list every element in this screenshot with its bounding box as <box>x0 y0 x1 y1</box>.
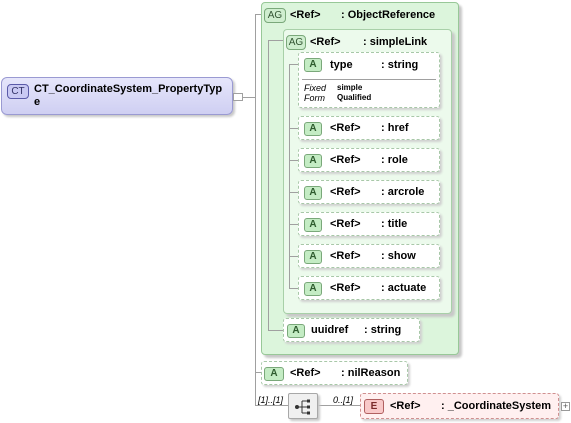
show-attribute-ref: <Ref> <box>330 250 361 262</box>
connector-to-arcrole <box>289 192 298 193</box>
role-attribute-name: : role <box>381 154 408 166</box>
role-attribute-ref: <Ref> <box>330 154 361 166</box>
show-attribute-badge: A <box>304 250 322 264</box>
connector-to-uuidref <box>268 330 283 331</box>
connector-to-role <box>289 160 298 161</box>
title-attribute-badge: A <box>304 218 322 232</box>
coordinate-system-type: : _CoordinateSystem <box>441 400 552 412</box>
connector-to-sequence <box>255 405 288 406</box>
object-reference-ref: <Ref> <box>290 9 321 21</box>
connector-to-type <box>289 64 298 65</box>
title-attribute-ref: <Ref> <box>330 218 361 230</box>
uuidref-attribute-badge: A <box>287 324 305 338</box>
form-value: Qualified <box>337 93 372 102</box>
title-attribute-name: : title <box>381 218 408 230</box>
uuidref-attribute-name: uuidref <box>311 324 349 336</box>
show-attribute[interactable]: A <Ref> : show <box>298 244 440 268</box>
connector-to-simple-link <box>268 40 283 41</box>
connector-to-actuate <box>289 288 298 289</box>
sequence-icon <box>295 399 310 415</box>
type-attribute[interactable]: A type : string Fixed simple Form Qualif… <box>298 52 440 108</box>
connector-sl-trunk <box>289 64 290 288</box>
connector-to-show <box>289 256 298 257</box>
actuate-attribute-ref: <Ref> <box>330 282 361 294</box>
nil-reason-ref: <Ref> <box>290 367 321 379</box>
uuidref-attribute[interactable]: A uuidref : string <box>283 318 420 342</box>
simple-link-ref: <Ref> <box>310 36 341 48</box>
nil-reason-type: : nilReason <box>341 367 401 379</box>
href-attribute-badge: A <box>304 122 322 136</box>
sequence-cardinality: [1]..[1] <box>258 395 284 405</box>
sequence-compositor[interactable] <box>288 393 318 419</box>
simple-link-badge: AG <box>286 35 306 50</box>
title-attribute[interactable]: A <Ref> : title <box>298 212 440 236</box>
show-attribute-name: : show <box>381 250 416 262</box>
object-reference-badge: AG <box>264 8 286 23</box>
form-label: Form <box>304 93 325 103</box>
href-attribute-name: : href <box>381 122 409 134</box>
actuate-attribute-name: : actuate <box>381 282 427 294</box>
role-attribute[interactable]: A <Ref> : role <box>298 148 440 172</box>
uuidref-attribute-type: : string <box>364 324 402 336</box>
connector-to-title <box>289 224 298 225</box>
complex-type-name-line1: CT_CoordinateSystem_PropertyTyp <box>34 83 223 95</box>
nil-reason-attribute[interactable]: A <Ref> : nilReason <box>261 361 408 385</box>
connector-trunk <box>255 14 256 405</box>
arcrole-attribute-badge: A <box>304 186 322 200</box>
arcrole-attribute-name: : arcrole <box>381 186 425 198</box>
arcrole-attribute[interactable]: A <Ref> : arcrole <box>298 180 440 204</box>
fixed-label: Fixed <box>304 83 327 93</box>
expand-button[interactable]: + <box>561 402 570 411</box>
object-reference-type: : ObjectReference <box>341 9 436 21</box>
type-attribute-name: type <box>330 59 353 71</box>
arcrole-attribute-ref: <Ref> <box>330 186 361 198</box>
simple-link-type: : simpleLink <box>363 36 428 48</box>
complex-type-box[interactable]: CT CT_CoordinateSystem_PropertyTyp e <box>1 77 233 115</box>
fixed-value: simple <box>337 83 363 92</box>
complex-type-name-line2: e <box>34 96 41 108</box>
connector-to-href <box>289 128 298 129</box>
type-attribute-type: : string <box>381 59 419 71</box>
actuate-attribute[interactable]: A <Ref> : actuate <box>298 276 440 300</box>
href-attribute[interactable]: A <Ref> : href <box>298 116 440 140</box>
connector-sequence-to-element <box>318 405 360 406</box>
coordinate-system-ref: <Ref> <box>390 400 421 412</box>
type-attribute-divider <box>302 79 436 80</box>
complex-type-badge: CT <box>7 84 29 99</box>
coordinate-system-element[interactable]: E <Ref> : _CoordinateSystem <box>360 393 559 419</box>
complex-type-name: CT_CoordinateSystem_PropertyTyp e <box>34 83 230 109</box>
role-attribute-badge: A <box>304 154 322 168</box>
coordinate-system-badge: E <box>364 399 384 414</box>
href-attribute-ref: <Ref> <box>330 122 361 134</box>
connector-og-trunk <box>268 40 269 330</box>
actuate-attribute-badge: A <box>304 282 322 296</box>
type-attribute-badge: A <box>304 58 322 72</box>
nil-reason-badge: A <box>264 367 284 381</box>
complex-type-collapse-marker[interactable] <box>233 93 243 101</box>
coordinate-system-cardinality: 0..[1] <box>333 395 354 405</box>
